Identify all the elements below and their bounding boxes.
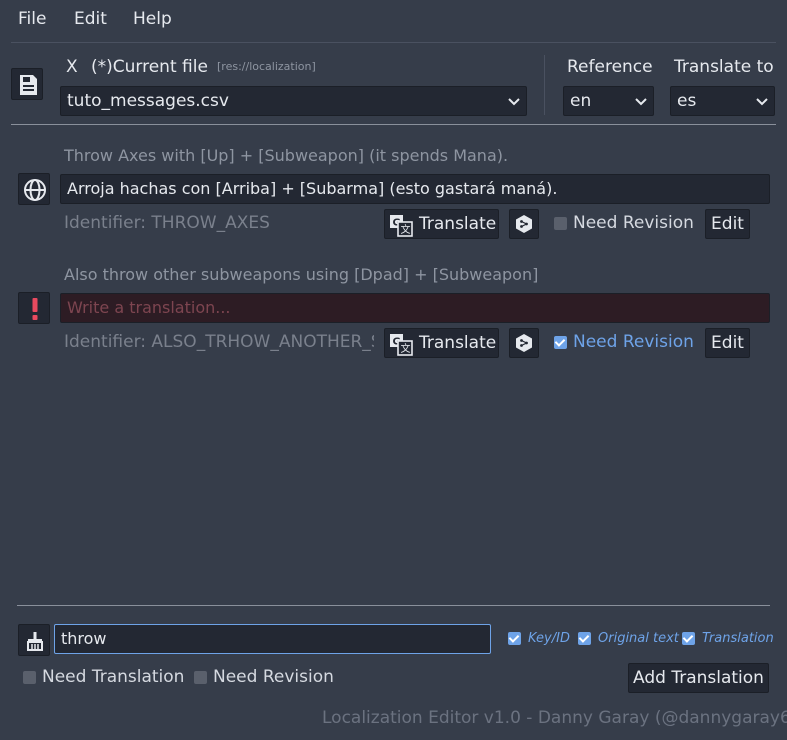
translate-button[interactable]: G 文 Translate bbox=[384, 328, 499, 358]
key-id-checkbox[interactable] bbox=[508, 632, 521, 645]
filter-need-revision-checkbox[interactable] bbox=[194, 671, 207, 684]
entry-identifier: Identifier: ALSO_TRHOW_ANOTHER_S bbox=[64, 332, 374, 352]
translation-checkbox[interactable] bbox=[682, 632, 695, 645]
need-revision-checkbox[interactable] bbox=[554, 336, 567, 349]
file-select-value: tuto_messages.csv bbox=[67, 91, 229, 111]
error-icon bbox=[32, 298, 38, 320]
deepl-button[interactable] bbox=[509, 328, 539, 358]
need-translation-label[interactable]: Need Translation bbox=[42, 667, 184, 687]
svg-text:文: 文 bbox=[401, 223, 411, 236]
file-icon-button[interactable] bbox=[11, 68, 43, 100]
chevron-down-icon bbox=[756, 98, 768, 106]
need-revision-checkbox[interactable] bbox=[554, 217, 567, 230]
need-revision-label[interactable]: Need Revision bbox=[573, 213, 694, 233]
close-file-button[interactable]: X bbox=[66, 57, 78, 77]
svg-text:文: 文 bbox=[401, 342, 411, 355]
search-input[interactable]: throw bbox=[54, 624, 491, 654]
deepl-icon bbox=[516, 215, 532, 233]
key-id-label[interactable]: Key/ID bbox=[528, 631, 570, 646]
filter-divider bbox=[17, 605, 770, 606]
translate-button-label: Translate bbox=[419, 214, 497, 234]
add-translation-button[interactable]: Add Translation bbox=[628, 663, 769, 693]
entry-status-button bbox=[18, 173, 50, 205]
entry-original-text: Throw Axes with [Up] + [Subweapon] (it s… bbox=[64, 146, 509, 165]
file-select[interactable]: tuto_messages.csv bbox=[60, 86, 527, 116]
original-text-checkbox[interactable] bbox=[578, 632, 591, 645]
clear-filter-button[interactable] bbox=[18, 624, 50, 656]
need-translation-checkbox[interactable] bbox=[23, 671, 36, 684]
translation-label[interactable]: Translation bbox=[702, 631, 774, 646]
filter-need-revision-label[interactable]: Need Revision bbox=[213, 667, 334, 687]
file-path-label: [res://localization] bbox=[217, 60, 316, 73]
translation-input[interactable]: Arroja hachas con [Arriba] + [Subarma] (… bbox=[60, 174, 770, 204]
translate-to-select[interactable]: es bbox=[670, 86, 775, 116]
chevron-down-icon bbox=[635, 98, 647, 106]
chevron-down-icon bbox=[508, 98, 520, 106]
translate-button[interactable]: G 文 Translate bbox=[384, 209, 499, 239]
current-file-label: (*)Current file bbox=[91, 57, 208, 77]
entry-original-text: Also throw other subweapons using [Dpad]… bbox=[64, 265, 539, 284]
file-icon bbox=[20, 75, 37, 95]
original-text-label[interactable]: Original text bbox=[598, 631, 679, 646]
header-divider bbox=[544, 55, 545, 115]
footer-credit: Localization Editor v1.0 - Danny Garay (… bbox=[322, 708, 787, 728]
entry-identifier: Identifier: THROW_AXES bbox=[64, 213, 270, 233]
globe-icon bbox=[24, 179, 46, 201]
entry-status-button bbox=[18, 292, 50, 324]
google-translate-icon: G 文 bbox=[390, 334, 413, 356]
edit-button[interactable]: Edit bbox=[705, 328, 750, 358]
google-translate-icon: G 文 bbox=[390, 215, 413, 237]
broom-icon bbox=[27, 632, 43, 651]
header-bottom-divider bbox=[11, 124, 776, 125]
need-revision-label[interactable]: Need Revision bbox=[573, 332, 694, 352]
edit-button[interactable]: Edit bbox=[705, 209, 750, 239]
deepl-button[interactable] bbox=[509, 209, 539, 239]
reference-select-value: en bbox=[570, 91, 592, 111]
reference-select[interactable]: en bbox=[563, 86, 654, 116]
menu-divider bbox=[11, 42, 776, 43]
translation-input[interactable]: Write a translation... bbox=[60, 293, 770, 323]
reference-label: Reference bbox=[567, 57, 653, 77]
translation-placeholder: Write a translation... bbox=[67, 298, 231, 317]
menu-help[interactable]: Help bbox=[133, 8, 172, 30]
menu-file[interactable]: File bbox=[18, 8, 46, 30]
menu-edit[interactable]: Edit bbox=[74, 8, 107, 30]
deepl-icon bbox=[516, 334, 532, 352]
translate-button-label: Translate bbox=[419, 333, 497, 353]
translate-to-select-value: es bbox=[677, 91, 697, 111]
translate-to-label: Translate to bbox=[674, 57, 774, 77]
